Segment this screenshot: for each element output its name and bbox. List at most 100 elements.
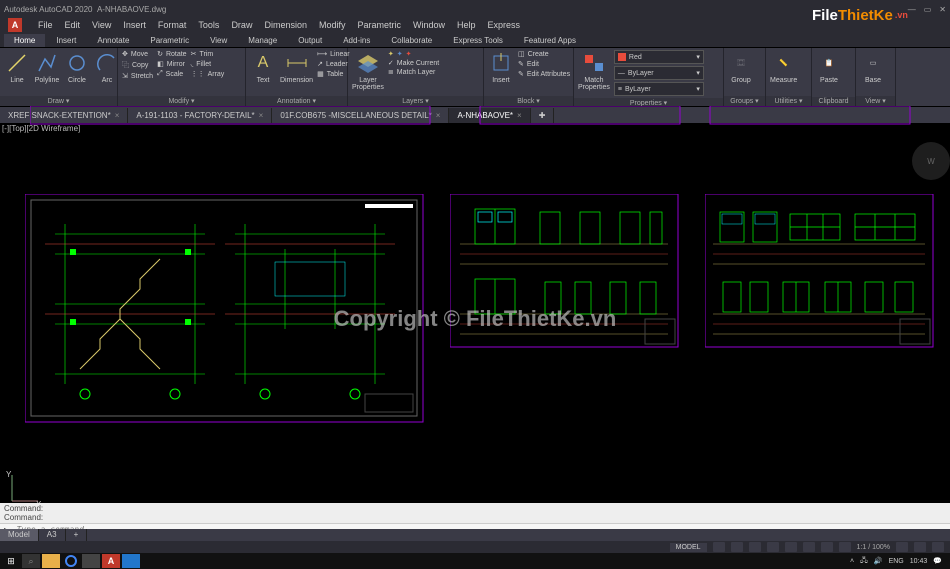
tool-fillet[interactable]: ◟ Fillet — [191, 60, 225, 68]
panel-view-label[interactable]: View ▾ — [856, 96, 895, 106]
isolate-icon[interactable] — [914, 542, 926, 552]
tool-circle[interactable]: Circle — [64, 50, 90, 84]
ribbon-tab-annotate[interactable]: Annotate — [87, 34, 139, 47]
ribbon-tab-addins[interactable]: Add-ins — [333, 34, 380, 47]
menu-help[interactable]: Help — [457, 20, 476, 30]
tool-base[interactable]: ▭Base — [860, 50, 886, 84]
tool-layer-properties[interactable]: Layer Properties — [352, 50, 384, 91]
taskbar-search-icon[interactable]: ⌕ — [22, 554, 40, 568]
menu-modify[interactable]: Modify — [319, 20, 346, 30]
tool-arc[interactable]: Arc — [94, 50, 120, 84]
viewport[interactable]: [-][Top][2D Wireframe] — [0, 124, 950, 513]
panel-draw-label[interactable]: Draw ▾ — [0, 96, 117, 106]
grid-toggle-icon[interactable] — [713, 542, 725, 552]
osnap-toggle-icon[interactable] — [785, 542, 797, 552]
gear-icon[interactable] — [896, 542, 908, 552]
tool-make-current[interactable]: ✓ Make Current — [388, 59, 439, 67]
tool-line[interactable]: Line — [4, 50, 30, 84]
tool-linear[interactable]: ⟼ Linear — [317, 50, 350, 58]
tool-text[interactable]: AText — [250, 50, 276, 84]
dropdown-linetype[interactable]: ≡ByLayer▾ — [614, 82, 704, 96]
panel-layers-label[interactable]: Layers ▾ — [348, 96, 483, 106]
tool-edit-attributes[interactable]: ✎ Edit Attributes — [518, 70, 570, 78]
tool-move[interactable]: ✥ Move — [122, 50, 153, 58]
tool-leader[interactable]: ↗ Leader — [317, 60, 350, 68]
ortho-toggle-icon[interactable] — [749, 542, 761, 552]
ribbon-tab-view[interactable]: View — [200, 34, 237, 47]
ribbon-tab-manage[interactable]: Manage — [238, 34, 287, 47]
dropdown-color[interactable]: Red▾ — [614, 50, 704, 64]
menu-file[interactable]: File — [38, 20, 53, 30]
start-button[interactable]: ⊞ — [2, 554, 20, 568]
status-scale[interactable]: 1:1 / 100% — [857, 544, 890, 551]
tool-insert-block[interactable]: Insert — [488, 50, 514, 84]
taskbar-chrome-icon[interactable] — [62, 554, 80, 568]
viewcube[interactable]: W — [912, 142, 950, 180]
tool-create-block[interactable]: ◫ Create — [518, 50, 570, 58]
status-model-button[interactable]: MODEL — [670, 543, 707, 552]
ribbon-tab-featured[interactable]: Featured Apps — [514, 34, 586, 47]
tool-stretch[interactable]: ⇲ Stretch — [122, 72, 153, 80]
dropdown-lineweight[interactable]: —ByLayer▾ — [614, 66, 704, 80]
taskbar-autocad-icon[interactable]: A — [102, 554, 120, 568]
tool-dimension[interactable]: Dimension — [280, 50, 313, 84]
tool-edit-block[interactable]: ✎ Edit — [518, 60, 570, 68]
tray-sound-icon[interactable]: 🔊 — [874, 557, 883, 565]
panel-utilities-label[interactable]: Utilities ▾ — [766, 96, 811, 106]
tray-network-icon[interactable]: 🖧 — [860, 556, 868, 567]
tool-measure[interactable]: 📏Measure — [770, 50, 797, 84]
menu-parametric[interactable]: Parametric — [358, 20, 402, 30]
menu-insert[interactable]: Insert — [123, 20, 146, 30]
menu-edit[interactable]: Edit — [65, 20, 81, 30]
panel-groups-label[interactable]: Groups ▾ — [724, 96, 765, 106]
ribbon-tab-home[interactable]: Home — [4, 34, 45, 47]
tool-copy[interactable]: ⿻ Copy — [122, 60, 153, 70]
tray-notifications-icon[interactable]: 💬 — [933, 557, 942, 565]
layout-tab-a3[interactable]: A3 — [39, 529, 66, 541]
ribbon-tab-collaborate[interactable]: Collaborate — [381, 34, 442, 47]
tool-polyline[interactable]: Polyline — [34, 50, 60, 84]
tool-trim[interactable]: ✂ Trim — [191, 50, 225, 58]
tray-lang[interactable]: ENG — [889, 558, 904, 565]
layer-icon[interactable]: ✦ — [388, 50, 394, 58]
ribbon-tab-output[interactable]: Output — [288, 34, 332, 47]
tray-time[interactable]: 10:43 — [910, 558, 928, 565]
menu-window[interactable]: Window — [413, 20, 445, 30]
panel-annotation-label[interactable]: Annotation ▾ — [246, 96, 347, 106]
panel-clipboard-label[interactable]: Clipboard — [812, 97, 855, 106]
lineweight-toggle-icon[interactable] — [821, 542, 833, 552]
taskbar-explorer-icon[interactable] — [42, 554, 60, 568]
tool-rotate[interactable]: ↻ Rotate — [157, 50, 187, 58]
panel-block-label[interactable]: Block ▾ — [484, 96, 573, 106]
menu-tools[interactable]: Tools — [198, 20, 219, 30]
tool-match-properties[interactable]: Match Properties — [578, 50, 610, 91]
layer-icon[interactable]: ✦ — [406, 50, 412, 58]
tool-table[interactable]: ▦ Table — [317, 70, 350, 78]
transparency-toggle-icon[interactable] — [839, 542, 851, 552]
close-button[interactable]: ✕ — [939, 5, 946, 14]
taskbar-app-icon[interactable] — [122, 554, 140, 568]
panel-modify-label[interactable]: Modify ▾ — [118, 96, 245, 106]
tool-mirror[interactable]: ◧ Mirror — [157, 60, 187, 68]
layout-tab-add[interactable]: + — [66, 529, 88, 541]
menu-express[interactable]: Express — [488, 20, 521, 30]
tool-scale[interactable]: ⤢ Scale — [157, 70, 187, 78]
tool-paste[interactable]: 📋Paste — [816, 50, 842, 84]
tool-group[interactable]: ⿴Group — [728, 50, 754, 84]
ribbon-tab-express[interactable]: Express Tools — [443, 34, 513, 47]
otrack-toggle-icon[interactable] — [803, 542, 815, 552]
panel-properties-label[interactable]: Properties ▾ — [574, 98, 723, 106]
app-logo-icon[interactable]: A — [8, 18, 22, 32]
tray-up-icon[interactable]: ˄ — [850, 558, 854, 565]
taskbar-app-icon[interactable] — [82, 554, 100, 568]
snap-toggle-icon[interactable] — [731, 542, 743, 552]
ribbon-tab-insert[interactable]: Insert — [46, 34, 86, 47]
tool-array[interactable]: ⋮⋮ Array — [191, 70, 225, 78]
menu-draw[interactable]: Draw — [231, 20, 252, 30]
clean-screen-icon[interactable] — [932, 542, 944, 552]
menu-dimension[interactable]: Dimension — [264, 20, 307, 30]
ribbon-tab-parametric[interactable]: Parametric — [140, 34, 199, 47]
menu-view[interactable]: View — [92, 20, 111, 30]
layout-tab-model[interactable]: Model — [0, 529, 39, 541]
tool-match-layer[interactable]: ≣ Match Layer — [388, 68, 439, 76]
